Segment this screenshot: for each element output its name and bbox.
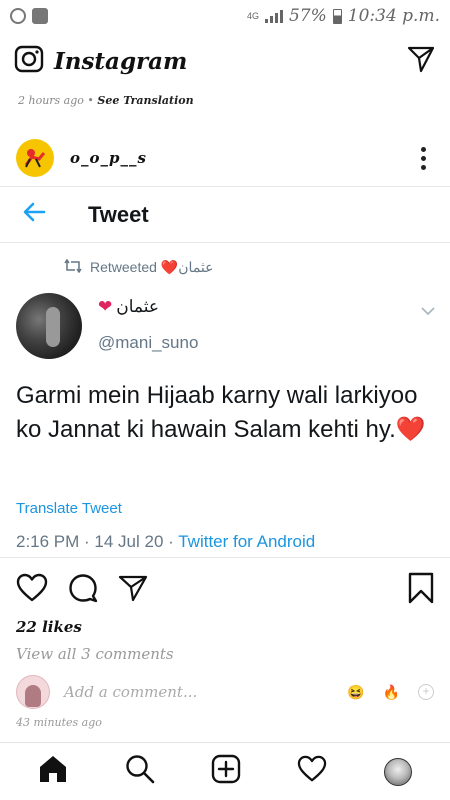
comment-icon[interactable]: [68, 573, 98, 608]
tweet-timestamp: 2:16 PM · 14 Jul 20 · Twitter for Androi…: [16, 532, 316, 551]
camera-icon[interactable]: [14, 44, 44, 79]
post-age: 43 minutes ago: [16, 716, 102, 729]
tweet-image: Tweet Retweeted ❤️عثمان ❤ عثمان @mani_su…: [0, 186, 450, 558]
search-icon[interactable]: [125, 754, 155, 789]
heart-icon[interactable]: [16, 573, 48, 608]
heart-emoji: ❤️: [395, 416, 426, 443]
network-type: 4G: [246, 11, 259, 21]
activity-heart-icon[interactable]: [297, 755, 327, 788]
tweet-text: Garmi mein Hijaab karny wali larkiyoo ko…: [16, 382, 426, 443]
app-notification-icon: [32, 8, 48, 24]
post-time: 2 hours ago: [18, 94, 84, 107]
user-avatar[interactable]: [16, 139, 54, 177]
bottom-nav: [0, 742, 450, 800]
app-header: Instagram: [0, 36, 450, 86]
tweet-author-name: ❤ عثمان: [98, 297, 160, 316]
retweet-icon: [64, 258, 82, 276]
profile-avatar[interactable]: [383, 757, 412, 786]
bookmark-icon[interactable]: [408, 572, 434, 609]
tweet-author-avatar: [16, 293, 82, 359]
likes-count[interactable]: 22 likes: [16, 618, 82, 636]
tweet-author-handle: @mani_suno: [98, 333, 199, 352]
quick-reactions: 😆 🔥 +: [347, 684, 434, 701]
heart-emoji: ❤: [98, 297, 113, 316]
share-icon[interactable]: [118, 573, 148, 608]
paper-plane-icon[interactable]: [406, 44, 436, 79]
meta-separator: •: [87, 94, 94, 107]
post-username[interactable]: o_o_p__s: [70, 149, 147, 167]
retweeted-by: Retweeted ❤️عثمان: [64, 258, 214, 276]
back-arrow-icon: [22, 202, 46, 227]
comment-input[interactable]: Add a comment...: [64, 683, 197, 701]
whatsapp-icon: [10, 8, 26, 24]
post-header: o_o_p__s: [0, 134, 450, 182]
battery-icon: [332, 8, 342, 24]
status-bar: 4G 57% 10:34 p.m.: [0, 0, 450, 32]
fire-emoji-button[interactable]: 🔥: [383, 684, 400, 701]
see-translation-link[interactable]: See Translation: [97, 94, 193, 107]
tweet-header: Tweet: [0, 187, 450, 243]
more-emoji-icon[interactable]: +: [418, 684, 434, 700]
post-actions: [0, 572, 450, 608]
app-title: Instagram: [54, 47, 188, 75]
tweet-header-title: Tweet: [88, 201, 149, 227]
translate-tweet-link: Translate Tweet: [16, 500, 122, 517]
add-comment-row: Add a comment... 😆 🔥 +: [0, 674, 450, 710]
signal-icon: [264, 9, 283, 23]
laughing-emoji-button[interactable]: 😆: [347, 684, 364, 701]
chevron-down-icon: [420, 303, 436, 321]
current-user-avatar: [16, 675, 50, 709]
retweeted-label: Retweeted ❤️عثمان: [90, 259, 214, 275]
home-icon[interactable]: [38, 754, 68, 789]
tweet-source: Twitter for Android: [178, 532, 316, 551]
battery-percent: 57%: [288, 6, 327, 26]
new-post-icon[interactable]: [211, 754, 241, 789]
clock: 10:34 p.m.: [347, 6, 440, 26]
view-comments-link[interactable]: View all 3 comments: [16, 645, 174, 663]
more-options-icon[interactable]: [421, 146, 434, 170]
post-meta: 2 hours ago • See Translation: [18, 94, 194, 107]
